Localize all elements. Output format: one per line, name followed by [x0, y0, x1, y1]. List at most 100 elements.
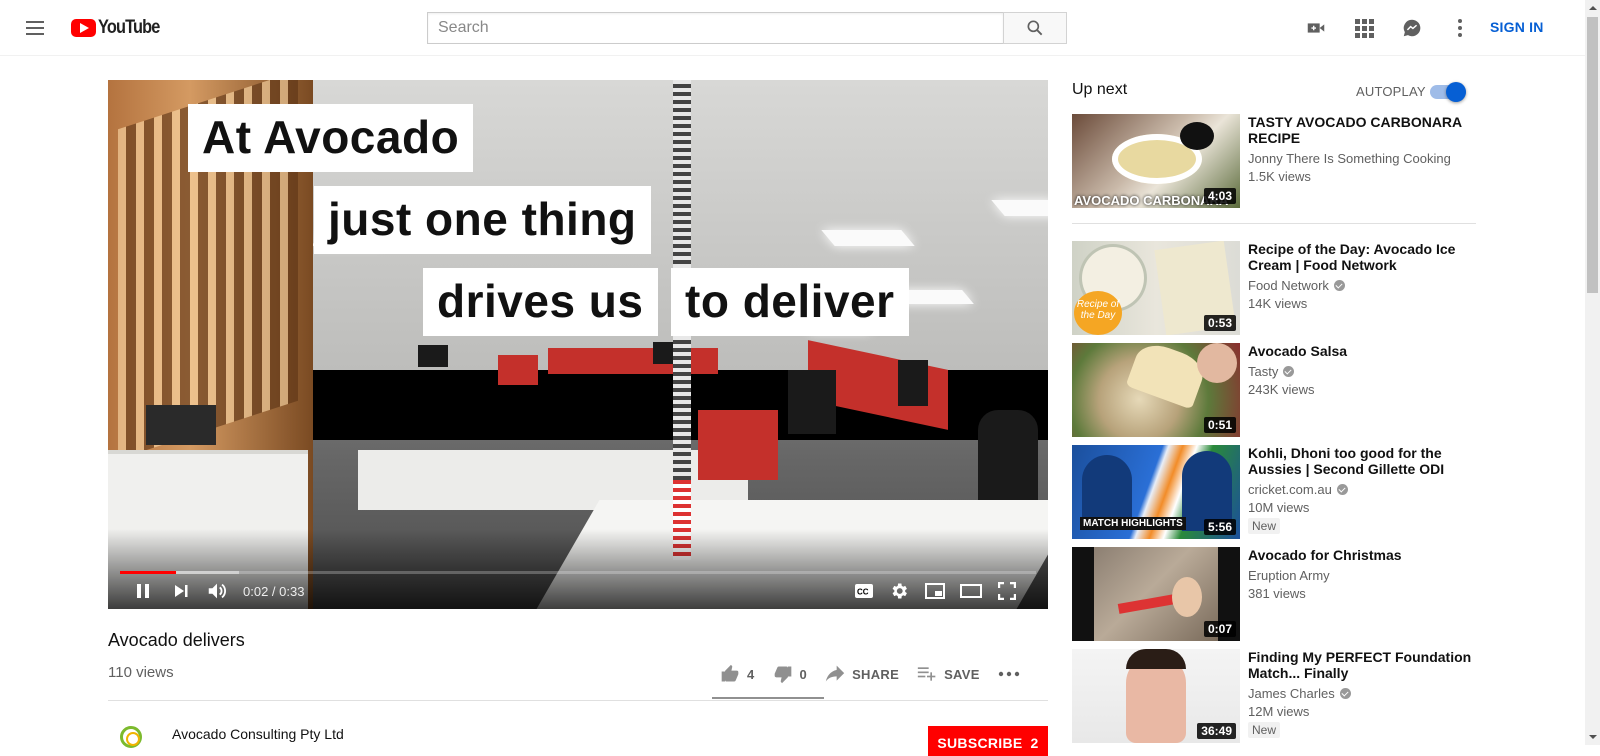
recommended-video[interactable]: 0:51 Avocado Salsa Tasty 243K views: [1072, 343, 1482, 437]
view-count: 381 views: [1248, 586, 1306, 601]
svg-text:CC: CC: [857, 588, 869, 597]
playlist-add-icon: [917, 667, 936, 681]
recommended-video[interactable]: MATCH HIGHLIGHTS 5:56 Kohli, Dhoni too g…: [1072, 445, 1482, 539]
save-label: SAVE: [944, 666, 980, 682]
recommended-video[interactable]: 36:49 Finding My PERFECT Foundation Matc…: [1072, 649, 1482, 743]
video-thumbnail[interactable]: MATCH HIGHLIGHTS 5:56: [1072, 445, 1240, 539]
video-thumbnail[interactable]: 0:07: [1072, 547, 1240, 641]
video-title[interactable]: Kohli, Dhoni too good for the Aussies | …: [1248, 445, 1480, 477]
page-scrollbar[interactable]: [1585, 0, 1600, 745]
video-title[interactable]: Finding My PERFECT Foundation Match... F…: [1248, 649, 1480, 681]
video-thumbnail[interactable]: 36:49: [1072, 649, 1240, 743]
search-button[interactable]: [1003, 12, 1067, 44]
apps-icon[interactable]: [1352, 16, 1376, 40]
channel-name-text: Eruption Army: [1248, 568, 1330, 583]
channel-name-text: Tasty: [1248, 364, 1279, 379]
verified-icon: [1283, 366, 1295, 377]
view-count: 14K views: [1248, 296, 1308, 311]
masthead: YouTube SIGN IN: [0, 0, 1585, 56]
miniplayer-button[interactable]: [922, 578, 948, 604]
divider: [108, 700, 1048, 701]
duration-badge: 0:53: [1203, 315, 1236, 331]
verified-icon: [1339, 688, 1351, 699]
caption-line-4: to deliver: [671, 268, 909, 336]
caption-line-2: just one thing: [314, 186, 651, 254]
video-thumbnail[interactable]: Recipe of the Day 0:53: [1072, 241, 1240, 335]
thumbnail-caption: Recipe of the Day: [1076, 299, 1120, 321]
up-next-heading: Up next: [1072, 81, 1128, 98]
recommended-video[interactable]: Recipe of the Day 0:53 Recipe of the Day…: [1072, 241, 1482, 335]
channel-name[interactable]: Eruption Army: [1248, 568, 1330, 583]
recommended-video[interactable]: 0:07 Avocado for Christmas Eruption Army…: [1072, 547, 1482, 641]
sentiment-bar: [712, 697, 824, 699]
thumbs-down-icon: [774, 666, 791, 684]
time-display: 0:02 / 0:33: [243, 584, 305, 599]
mute-button[interactable]: [204, 578, 230, 604]
dislike-button[interactable]: 0: [773, 664, 808, 684]
view-count: 12M views: [1248, 704, 1310, 719]
gear-icon: [892, 583, 907, 599]
video-title[interactable]: Recipe of the Day: Avocado Ice Cream | F…: [1248, 241, 1480, 273]
video-player[interactable]: At Avocado just one thing drives us to d…: [108, 80, 1048, 609]
search-bar: [427, 12, 1067, 44]
autoplay-toggle[interactable]: [1430, 82, 1466, 102]
fullscreen-icon: [998, 582, 1016, 600]
channel-name[interactable]: Avocado Consulting Pty Ltd: [172, 726, 344, 742]
sidebar-divider: [1072, 223, 1476, 224]
messages-icon[interactable]: [1400, 16, 1424, 40]
closed-captions-icon: CC: [855, 584, 873, 598]
scroll-thumb[interactable]: [1587, 17, 1598, 293]
channel-name-text: Jonny There Is Something Cooking: [1248, 151, 1451, 166]
channel-name[interactable]: James Charles: [1248, 686, 1351, 701]
duration-badge: 36:49: [1197, 723, 1236, 739]
channel-name[interactable]: Food Network: [1248, 278, 1345, 293]
subscribe-button[interactable]: SUBSCRIBE 2: [928, 726, 1048, 756]
channel-name[interactable]: cricket.com.au: [1248, 482, 1348, 497]
sign-in-button[interactable]: SIGN IN: [1490, 19, 1544, 35]
channel-name[interactable]: Jonny There Is Something Cooking: [1248, 151, 1451, 166]
fullscreen-button[interactable]: [994, 578, 1020, 604]
save-button[interactable]: SAVE: [917, 665, 980, 683]
more-actions-button[interactable]: [998, 671, 1020, 677]
thumbnail-caption: MATCH HIGHLIGHTS: [1080, 517, 1186, 530]
more-horiz-icon: [998, 671, 1019, 677]
search-input[interactable]: [427, 12, 1003, 44]
next-button[interactable]: [168, 578, 194, 604]
miniplayer-icon: [925, 583, 945, 599]
toggle-knob: [1446, 82, 1466, 102]
video-title[interactable]: Avocado for Christmas: [1248, 547, 1480, 563]
verified-icon: [1333, 280, 1345, 291]
channel-name-text: Food Network: [1248, 278, 1329, 293]
scroll-down-arrow-icon[interactable]: [1589, 735, 1597, 739]
progress-bar[interactable]: [120, 571, 1036, 574]
volume-icon: [208, 583, 226, 599]
pause-button[interactable]: [130, 578, 156, 604]
video-title[interactable]: TASTY AVOCADO CARBONARA RECIPE: [1248, 114, 1480, 146]
masthead-icons: [1304, 16, 1472, 40]
more-vert-icon[interactable]: [1448, 16, 1472, 40]
settings-button[interactable]: [886, 578, 912, 604]
video-thumbnail[interactable]: 0:51: [1072, 343, 1240, 437]
theater-mode-button[interactable]: [958, 578, 984, 604]
hamburger-menu-icon[interactable]: [22, 16, 46, 40]
new-badge: New: [1248, 518, 1281, 534]
share-button[interactable]: SHARE: [825, 665, 899, 683]
like-button[interactable]: 4: [720, 664, 755, 684]
video-title[interactable]: Avocado Salsa: [1248, 343, 1480, 359]
caption-line-3: drives us: [423, 268, 658, 336]
channel-name[interactable]: Tasty: [1248, 364, 1295, 379]
scroll-up-arrow-icon[interactable]: [1589, 6, 1597, 10]
recommended-video[interactable]: AVOCADO CARBONARA 4:03 TASTY AVOCADO CAR…: [1072, 114, 1482, 208]
share-icon: [825, 665, 845, 682]
video-title: Avocado delivers: [108, 630, 245, 650]
youtube-logo[interactable]: YouTube: [71, 17, 169, 39]
share-label: SHARE: [852, 666, 900, 682]
video-thumbnail[interactable]: AVOCADO CARBONARA 4:03: [1072, 114, 1240, 208]
create-video-icon[interactable]: [1304, 16, 1328, 40]
video-actions: 4 0 SHARE SAVE: [720, 664, 1038, 684]
view-count: 10M views: [1248, 500, 1310, 515]
view-count: 243K views: [1248, 382, 1315, 397]
search-icon: [1027, 20, 1043, 36]
captions-button[interactable]: CC: [851, 578, 877, 604]
subscriber-count: 2: [1030, 735, 1039, 751]
